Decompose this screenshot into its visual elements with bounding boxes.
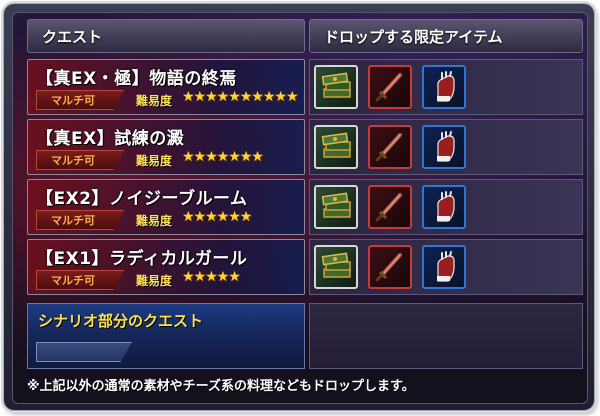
multi-badge: マルチ可 (36, 150, 124, 170)
book-icon (314, 245, 358, 289)
glove-icon (422, 245, 466, 289)
quest-title: 【真EX・極】物語の終焉 (36, 69, 237, 89)
sword-icon (368, 125, 412, 169)
difficulty-stars: ★★★★★★ (182, 209, 252, 225)
quest-row-4: 【EX1】ラディカルガール マルチ可 難易度 ★★★★★ (27, 239, 305, 295)
book-icon (314, 125, 358, 169)
glove-icon (422, 185, 466, 229)
drop-row-3 (309, 179, 583, 235)
multi-badge: マルチ可 (36, 270, 124, 290)
difficulty-label: 難易度 (136, 154, 173, 168)
sword-icon (368, 65, 412, 109)
difficulty-stars: ★★★★★ (182, 269, 241, 285)
quest-drop-table-panel: クエスト ドロップする限定アイテム 【真EX・極】物語の終焉 マルチ可 難易度 … (12, 12, 588, 404)
quest-title: 【真EX】試練の澱 (36, 129, 185, 149)
difficulty-label: 難易度 (136, 94, 173, 108)
sword-icon (368, 185, 412, 229)
footnote: ※上記以外の通常の素材やチーズ系の料理などもドロップします。 (27, 379, 415, 394)
drop-row-4 (309, 239, 583, 295)
glove-icon (422, 65, 466, 109)
quest-title: 【EX2】ノイジーブルーム (36, 189, 248, 209)
difficulty-label: 難易度 (136, 214, 173, 228)
quest-row-2: 【真EX】試練の澱 マルチ可 難易度 ★★★★★★★ (27, 119, 305, 175)
difficulty-stars: ★★★★★★★★★★ (182, 89, 299, 105)
book-icon (314, 185, 358, 229)
scenario-drop-cell (309, 303, 583, 369)
sword-icon (368, 245, 412, 289)
quest-drop-table-frame: クエスト ドロップする限定アイテム 【真EX・極】物語の終焉 マルチ可 難易度 … (4, 4, 594, 410)
scenario-quest-title: シナリオ部分のクエスト (38, 312, 204, 330)
glove-icon (422, 125, 466, 169)
drop-row-1 (309, 59, 583, 115)
multi-badge: マルチ可 (36, 90, 124, 110)
difficulty-label: 難易度 (136, 274, 173, 288)
difficulty-stars: ★★★★★★★ (182, 149, 264, 165)
quest-row-1: 【真EX・極】物語の終焉 マルチ可 難易度 ★★★★★★★★★★ (27, 59, 305, 115)
quest-row-3: 【EX2】ノイジーブルーム マルチ可 難易度 ★★★★★★ (27, 179, 305, 235)
scenario-quest-badge (36, 342, 132, 362)
drop-column-header: ドロップする限定アイテム (309, 19, 583, 53)
quest-column-header: クエスト (27, 19, 305, 53)
quest-title: 【EX1】ラディカルガール (36, 249, 248, 269)
book-icon (314, 65, 358, 109)
drop-row-2 (309, 119, 583, 175)
multi-badge: マルチ可 (36, 210, 124, 230)
scenario-quest-row: シナリオ部分のクエスト (27, 303, 305, 369)
